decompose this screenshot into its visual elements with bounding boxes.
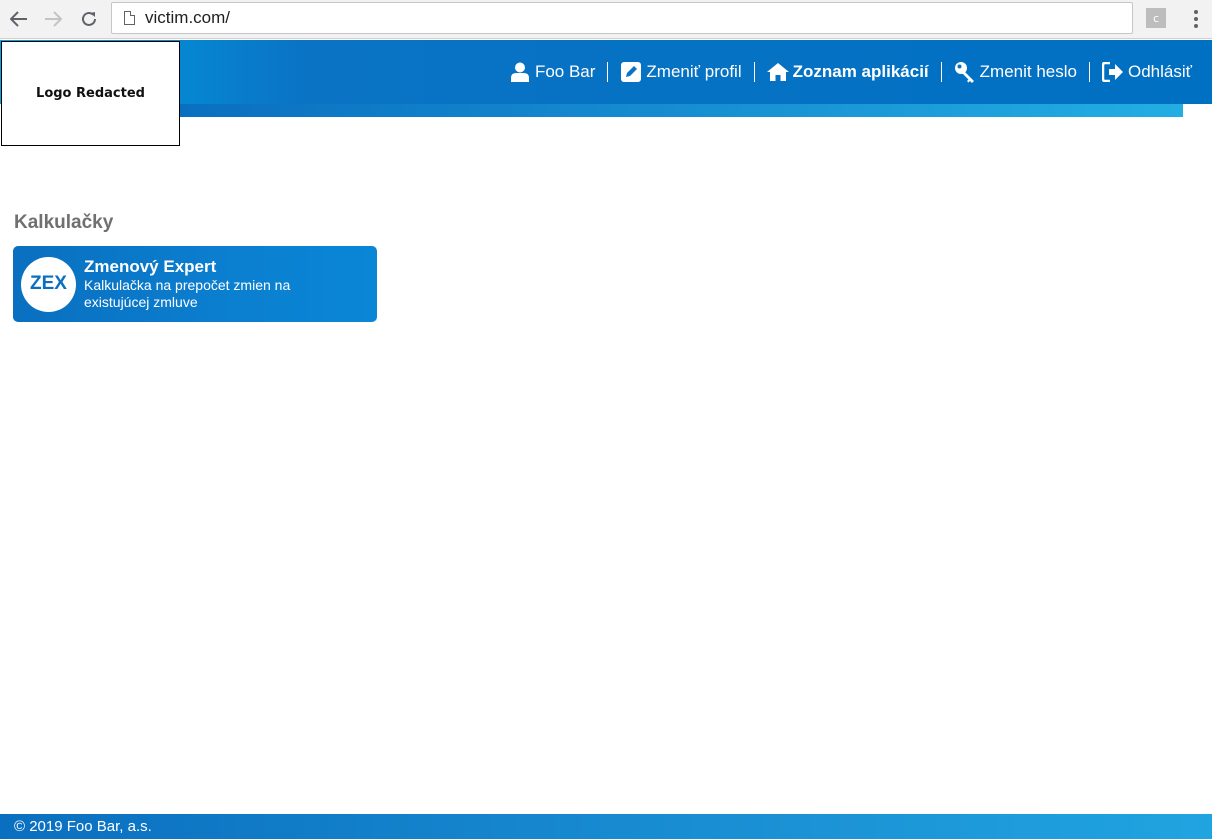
section-title: Kalkulačky: [14, 212, 114, 233]
nav-user[interactable]: Foo Bar: [497, 61, 607, 83]
address-bar[interactable]: victim.com/: [111, 2, 1133, 34]
reload-icon[interactable]: [76, 6, 102, 32]
user-icon: [509, 61, 531, 83]
nav-user-label: Foo Bar: [534, 62, 596, 81]
edit-icon: [620, 61, 642, 83]
nav-app-list[interactable]: Zoznam aplikácií: [755, 61, 941, 83]
back-arrow-icon[interactable]: [6, 6, 32, 32]
app-name: Zmenový Expert: [84, 257, 217, 276]
app-description: Kalkulačka na prepočet zmien na existujú…: [84, 277, 291, 310]
logo-text: Logo Redacted: [36, 86, 145, 101]
site-footer: © 2019 Foo Bar, a.s.: [0, 814, 1212, 839]
app-card-text: Zmenový Expert Kalkulačka na prepočet zm…: [84, 257, 324, 311]
nav-app-list-label: Zoznam aplikácií: [792, 62, 929, 81]
logout-icon: [1101, 61, 1124, 83]
header-stripe: [180, 104, 1183, 117]
extension-icon[interactable]: c: [1146, 8, 1166, 28]
app-badge: ZEX: [21, 256, 76, 312]
url-text[interactable]: victim.com/: [145, 8, 230, 28]
nav-logout[interactable]: Odhlásiť: [1090, 61, 1204, 83]
copyright-text: © 2019 Foo Bar, a.s.: [14, 818, 152, 835]
page-icon: [124, 11, 135, 25]
nav-change-password-label: Zmenit heslo: [979, 62, 1077, 81]
home-icon: [766, 61, 789, 83]
forward-arrow-icon[interactable]: [40, 6, 66, 32]
browser-toolbar: victim.com/ c: [0, 0, 1212, 39]
app-card-zex[interactable]: ZEX Zmenový Expert Kalkulačka na prepoče…: [13, 246, 377, 322]
nav-edit-profile[interactable]: Zmeniť profil: [608, 61, 753, 83]
logo[interactable]: Logo Redacted: [1, 41, 180, 146]
browser-menu-icon[interactable]: [1188, 6, 1204, 32]
nav-logout-label: Odhlásiť: [1127, 62, 1192, 81]
nav-edit-profile-label: Zmeniť profil: [646, 62, 742, 81]
key-icon: [954, 61, 976, 83]
nav-change-password[interactable]: Zmenit heslo: [942, 61, 1089, 83]
top-navigation: Foo Bar Zmeniť profil Zoznam aplikácií Z…: [497, 40, 1204, 104]
